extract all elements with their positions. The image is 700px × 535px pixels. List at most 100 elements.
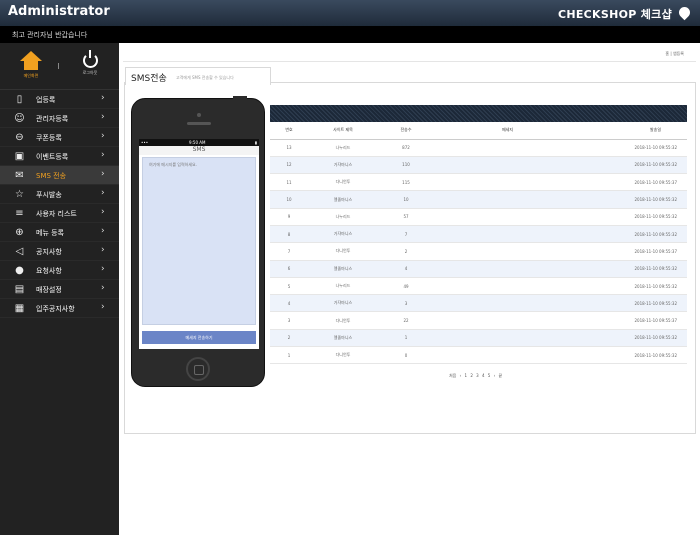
sidebar-item[interactable]: ⊕ 메뉴 등록 › [0,223,119,242]
table-cell [434,346,581,365]
table-row[interactable]: 6 엘졸마니스 4 2018-11-10 09:55:32 [270,260,687,278]
table-cell: 57 [378,208,434,226]
table-cell: 2018-11-10 09:55:32 [581,225,687,244]
top-header: Administrator CHECKSHOP 체크샵 [0,0,700,26]
message-textarea[interactable]: 여기에 메시지를 입력하세요. [142,157,256,325]
sidebar-item[interactable]: ▯ 업등록 › [0,90,119,109]
user-icon: ☺ [14,113,25,124]
phone-mockup: ••• 9:50 AM ▮ SMS 여기에 메시지를 입력하세요. 메세지 전송… [131,96,265,387]
sidebar-item-label: 공지사항 [36,248,62,256]
table-row[interactable]: 1 다니언투 0 2018-11-10 09:55:32 [270,346,687,365]
table-cell: 2018-11-10 09:55:32 [581,294,687,313]
table-cell: 2018-11-10 09:55:32 [581,329,687,348]
chevron-right-icon: › [101,131,105,141]
sidebar-item[interactable]: ▤ 매장설정 › [0,280,119,299]
sidebar-menu: ▯ 업등록 › ☺ 관리자등록 › ⊖ 쿠폰등록 › ▣ 이벤트등록 › ✉ SMS 전송 › ☆ 푸시발송 › ≡… [0,90,119,318]
table-cell: 다니언투 [308,173,378,192]
table-row[interactable]: 9 나누리드 57 2018-11-10 09:55:32 [270,208,687,226]
table-cell: 4 [378,260,434,278]
table-row[interactable]: 3 다니언투 22 2018-11-10 09:55:37 [270,311,687,330]
sidebar-item[interactable]: ☆ 푸시발송 › [0,185,119,204]
table-row[interactable]: 11 다니언투 115 2018-11-10 09:55:37 [270,173,687,192]
table-row[interactable]: 10 엘졸마니스 10 2018-11-10 09:55:32 [270,190,687,209]
table-row[interactable]: 8 가쟈마니스 7 2018-11-10 09:55:32 [270,225,687,244]
table-cell: 2 [378,242,434,261]
table-cell: 7 [270,242,308,261]
table-cell: 2018-11-10 09:55:32 [581,346,687,365]
sidebar-item[interactable]: ⊖ 쿠폰등록 › [0,128,119,147]
divider [123,61,696,62]
battery-icon: ▮ [254,140,257,145]
table-cell [434,156,581,175]
table-cell: 13 [270,139,308,157]
table-cell: 7 [378,225,434,244]
column-header: 번호 [270,122,308,140]
calendar-icon: ▤ [14,284,25,295]
sidebar-item[interactable]: ≡ 사용자 리스트 › [0,204,119,223]
chevron-right-icon: › [101,188,105,198]
table-cell: 2018-11-10 09:55:32 [581,260,687,278]
table-cell: 2018-11-10 09:55:32 [581,139,687,157]
table-cell: 6 [270,260,308,278]
tab-sms[interactable]: SMS전송 고객에게 SMS 전송할 수 있습니다 [125,67,271,85]
home-key-icon [186,357,210,381]
pagination[interactable]: 처음 ‹ 1 2 3 4 5 › 끝 [449,373,502,379]
sidebar-item-label: 관리자등록 [36,115,69,123]
logout-button[interactable]: 로그아웃 [78,50,102,76]
table-cell: 2018-11-10 09:55:37 [581,311,687,330]
status-bar: ••• 9:50 AM ▮ [139,139,259,146]
table-cell: 8 [270,225,308,244]
table-cell [434,260,581,278]
table-cell: 2018-11-10 09:55:32 [581,156,687,175]
tab-title: SMS전송 [131,74,167,84]
send-sms-button[interactable]: 메세지 전송하기 [142,331,256,344]
table-cell: 2018-11-10 09:55:37 [581,242,687,261]
table-cell: 2018-11-10 09:55:32 [581,190,687,209]
table-cell: 엘졸마니스 [308,260,378,278]
table-cell: 가쟈마니스 [308,156,378,175]
table-cell: 2 [270,329,308,348]
breadcrumb: 홈 | 앱등록 [665,51,684,56]
table-row[interactable]: 2 엘졸마니스 1 2018-11-10 09:55:32 [270,329,687,348]
plus-icon: ⊕ [15,227,24,238]
home-button[interactable]: 메인화면 [18,51,44,79]
table-cell: 4 [270,294,308,313]
sidebar-item-label: 입주공지사항 [36,305,75,313]
sidebar-item-label: 업등록 [36,96,56,104]
chat-icon: ● [15,265,24,276]
table-cell: 10 [378,190,434,209]
table-cell [434,311,581,330]
table-cell [434,190,581,209]
sidebar-item-label: 매장설정 [36,286,62,294]
chevron-right-icon: › [101,302,105,312]
chevron-right-icon: › [101,226,105,236]
table-row[interactable]: 5 나누리드 49 2018-11-10 09:55:32 [270,277,687,296]
screen-title: SMS [139,146,259,155]
gift-icon: ▣ [14,151,25,162]
table-row[interactable]: 13 나누리드 872 2018-11-10 09:55:32 [270,139,687,157]
speaker-icon [187,122,211,125]
chevron-right-icon: › [101,264,105,274]
table-row[interactable]: 7 다니언투 2 2018-11-10 09:55:37 [270,242,687,261]
phone-screen: ••• 9:50 AM ▮ SMS 여기에 메시지를 입력하세요. 메세지 전송… [139,139,259,349]
table-cell: 엘졸마니스 [308,190,378,209]
table-cell: 2018-11-10 09:55:32 [581,277,687,296]
table-cell: 9 [270,208,308,226]
sidebar-item[interactable]: ▦ 입주공지사항 › [0,299,119,318]
megaphone-icon: ◁ [15,246,24,257]
sidebar-item[interactable]: ● 요청사항 › [0,261,119,280]
table-row[interactable]: 12 가쟈마니스 110 2018-11-10 09:55:32 [270,156,687,175]
table-cell [434,277,581,296]
table-row[interactable]: 4 가쟈마니스 3 2018-11-10 09:55:32 [270,294,687,313]
table-cell: 2018-11-10 09:55:32 [581,208,687,226]
brand-logo[interactable]: CHECKSHOP 체크샵 [558,6,672,22]
tab-description: 고객에게 SMS 전송할 수 있습니다 [176,75,234,80]
sidebar-item[interactable]: ✉ SMS 전송 › [0,166,119,185]
sidebar-item[interactable]: ☺ 관리자등록 › [0,109,119,128]
table-cell: 2018-11-10 09:55:37 [581,173,687,192]
table-cell: 10 [270,190,308,209]
sidebar-item[interactable]: ▣ 이벤트등록 › [0,147,119,166]
star-icon: ☆ [15,189,24,200]
table-cell: 1 [270,346,308,365]
sidebar-item[interactable]: ◁ 공지사항 › [0,242,119,261]
